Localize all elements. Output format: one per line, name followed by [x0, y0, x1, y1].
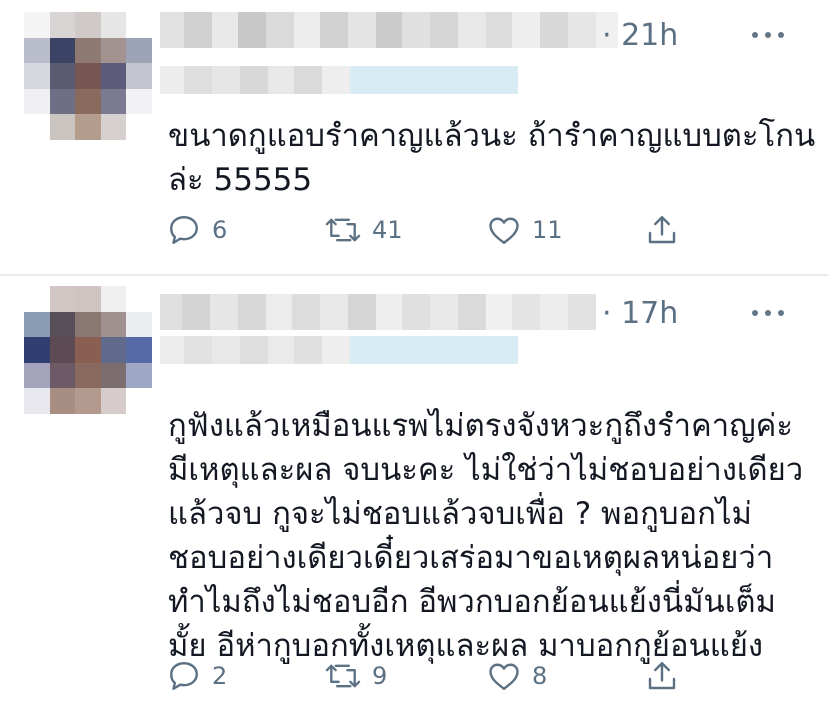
avatar[interactable]: [24, 12, 152, 140]
display-name-redacted[interactable]: [160, 294, 596, 330]
tweet-text: ขนาดกูแอบรำคาญแล้วนะ ถ้ารำคาญแบบตะโกน ล่…: [168, 114, 816, 202]
tweet-text-line: ขนาดกูแอบรำคาญแล้วนะ ถ้ารำคาญแบบตะโกน: [168, 118, 816, 154]
retweet-button[interactable]: 9: [324, 654, 387, 698]
tweet-text-line: ล่ะ 55555: [168, 162, 313, 198]
share-icon: [648, 662, 676, 690]
like-icon: [489, 217, 519, 244]
retweet-icon: [325, 218, 361, 242]
tweet-text-line: ชอบอย่างเดียวเดี๋ยวเสร่อมาขอเหตุผลหน่อยว…: [168, 540, 774, 576]
like-button[interactable]: 11: [486, 208, 563, 252]
tweet-text-line: แล้วจบ กูจะไม่ชอบแล้วจบเพื่อ ? พอกูบอกไม…: [168, 496, 752, 532]
tweet-text: กูฟังแล้วเหมือนแรพไม่ตรงจังหวะกูถึงรำคาญ…: [168, 404, 808, 668]
display-name-redacted[interactable]: [160, 12, 618, 48]
retweet-icon: [325, 664, 361, 688]
retweet-button[interactable]: 41: [324, 208, 403, 252]
more-icon[interactable]: [752, 308, 784, 318]
share-icon: [648, 216, 676, 244]
reply-icon: [170, 662, 198, 690]
tweet-actions: 6 41 11: [160, 208, 700, 252]
reply-button[interactable]: 6: [166, 208, 227, 252]
handle-redacted[interactable]: [160, 336, 518, 364]
avatar[interactable]: [24, 286, 152, 414]
tweet-text-line: มีเหตุและผล จบนะคะ ไม่ใช่ว่าไม่ชอบอย่างเ…: [168, 452, 804, 488]
more-icon[interactable]: [752, 30, 784, 40]
reply-count: 2: [212, 662, 228, 690]
tweet-text-line: กูฟังแล้วเหมือนแรพไม่ตรงจังหวะกูถึงรำคาญ…: [168, 408, 793, 444]
share-button[interactable]: [644, 654, 680, 698]
like-count: 8: [532, 662, 548, 690]
like-button[interactable]: 8: [486, 654, 547, 698]
share-button[interactable]: [644, 208, 680, 252]
retweet-count: 9: [372, 662, 388, 690]
tweet-1[interactable]: · 21h ขนาดกูแอบรำคาญแล้วนะ ถ้ารำคาญแบบตะ…: [0, 0, 828, 274]
like-count: 11: [532, 216, 563, 244]
tweet-text-line: ทำไมถึงไม่ชอบอีก อีพวกบอกย้อนแย้งนี่มันเ…: [168, 584, 776, 620]
reply-count: 6: [212, 216, 228, 244]
reply-button[interactable]: 2: [166, 654, 227, 698]
reply-icon: [170, 216, 198, 244]
timestamp[interactable]: · 21h: [602, 18, 678, 54]
like-icon: [489, 663, 519, 690]
tweet-2[interactable]: · 17h กูฟังแล้วเหมือนแรพไม่ตรงจังหวะกูถึ…: [0, 276, 828, 718]
retweet-count: 41: [372, 216, 403, 244]
timestamp[interactable]: · 17h: [602, 296, 678, 332]
tweet-actions: 2 9 8: [160, 654, 700, 698]
handle-redacted[interactable]: [160, 66, 518, 94]
